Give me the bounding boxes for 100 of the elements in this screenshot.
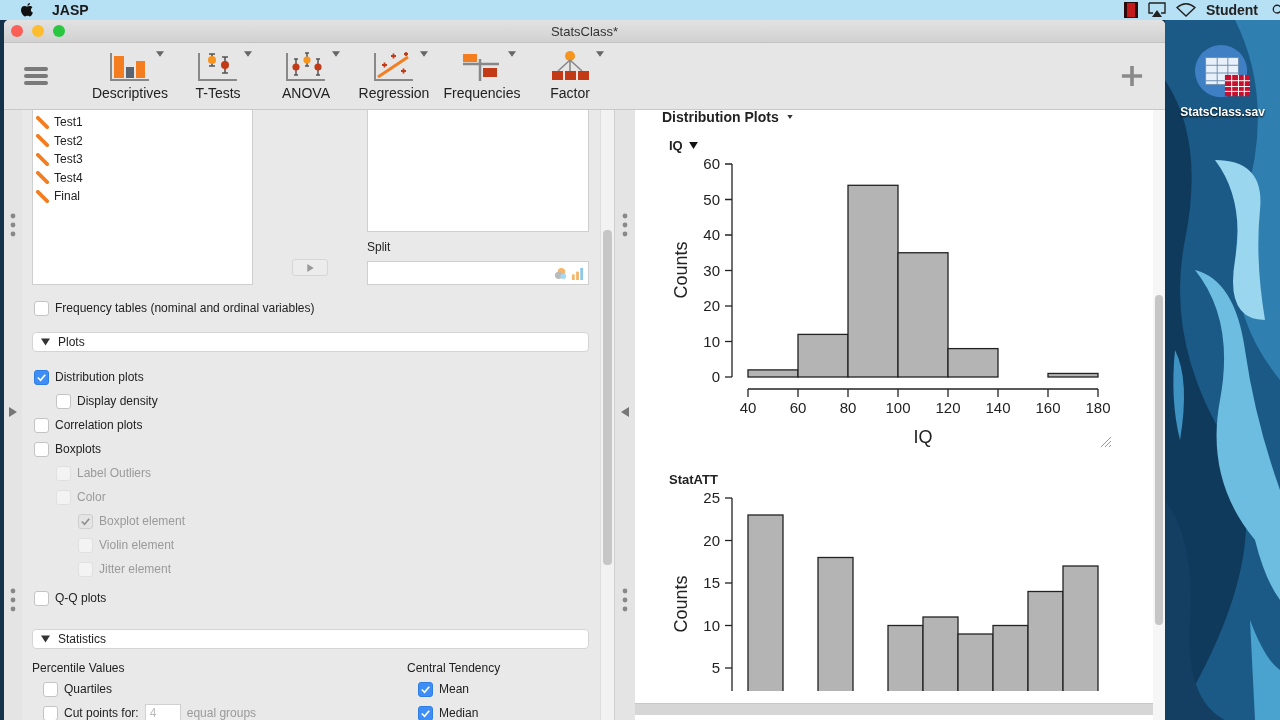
tick-label: 5 — [711, 659, 720, 676]
group-title: Percentile Values — [32, 660, 126, 677]
tick-label: 20 — [703, 531, 720, 549]
checkbox[interactable] — [34, 417, 49, 433]
table-split-icon[interactable] — [462, 51, 502, 81]
hierarchy-icon[interactable] — [550, 51, 590, 81]
tick-label: 60 — [789, 399, 807, 416]
app-menu[interactable]: JASP — [52, 2, 89, 18]
checkbox-label[interactable]: Cut points for: — [64, 706, 139, 720]
play-arrow-icon — [306, 263, 314, 272]
tick-label: 10 — [703, 332, 720, 350]
tick-label: 15 — [703, 574, 720, 591]
scatter-plot-icon[interactable] — [374, 51, 414, 81]
variable-name[interactable]: Test4 — [54, 170, 83, 185]
axis-title: IQ — [913, 427, 933, 447]
toolbar-button-label[interactable]: T-Tests — [195, 85, 241, 101]
collapse-triangle-icon[interactable] — [41, 635, 50, 643]
drag-handle-icon[interactable] — [10, 588, 16, 612]
collapse-triangle-icon[interactable] — [41, 338, 50, 346]
checkbox[interactable] — [56, 393, 71, 409]
checkbox-label[interactable]: Frequency tables (nominal and ordinal variables) — [55, 301, 315, 315]
checkbox[interactable] — [418, 705, 433, 720]
checkbox[interactable] — [43, 681, 58, 697]
scrollbar[interactable] — [600, 110, 614, 720]
menu-icon[interactable] — [24, 66, 48, 86]
variable-name[interactable]: Test2 — [54, 133, 83, 148]
checkbox-label[interactable]: Distribution plots — [55, 370, 144, 384]
tick-label: 30 — [703, 261, 720, 279]
variable-name[interactable]: Final — [54, 189, 80, 204]
variable-name[interactable]: Test1 — [54, 115, 83, 130]
bar — [1047, 372, 1099, 378]
checkbox-label[interactable]: Display density — [77, 394, 158, 408]
checkbox-label[interactable]: Median — [439, 706, 479, 720]
results-heading[interactable]: Distribution Plots — [662, 110, 779, 125]
section-header[interactable]: Statistics — [32, 629, 589, 649]
ruler-icon — [36, 115, 49, 129]
tick-label: 100 — [885, 399, 911, 416]
checkbox[interactable] — [43, 705, 58, 720]
drag-handle-icon[interactable] — [10, 213, 16, 237]
add-icon[interactable] — [1121, 65, 1143, 87]
wifi-icon[interactable] — [1175, 3, 1196, 17]
scrollbar[interactable] — [1153, 110, 1165, 720]
field-suffix: equal groups — [186, 706, 257, 720]
checkbox[interactable] — [34, 300, 49, 316]
checkbox[interactable] — [34, 441, 49, 457]
tick-label: 0 — [711, 368, 720, 385]
file-name[interactable]: StatsClass.sav — [1180, 105, 1265, 119]
user-menu[interactable]: Student — [1205, 2, 1258, 18]
apple-icon[interactable] — [20, 2, 34, 18]
bar-chart-icon — [571, 266, 584, 280]
checkbox-label[interactable]: Correlation plots — [55, 418, 143, 432]
toolbar-button-label[interactable]: Descriptives — [91, 85, 169, 101]
toolbar-button-label[interactable]: Frequencies — [443, 85, 521, 101]
drag-handle-icon[interactable] — [622, 213, 628, 237]
toolbar-button-label[interactable]: ANOVA — [282, 85, 330, 101]
axis-title: Counts — [671, 575, 691, 633]
tick-label: 40 — [739, 399, 757, 416]
section-header[interactable]: Plots — [32, 332, 589, 352]
toolbar-button-label[interactable]: Regression — [358, 85, 430, 101]
section-title[interactable]: Statistics — [58, 632, 106, 646]
move-button[interactable] — [292, 259, 328, 276]
film-icon[interactable] — [1123, 2, 1138, 18]
checkbox-label[interactable]: Mean — [439, 682, 470, 696]
tick-label: 180 — [1085, 399, 1111, 416]
plot-title[interactable]: IQ — [669, 137, 683, 153]
checkbox-label[interactable]: Boxplots — [55, 442, 102, 456]
field-label: Split — [367, 240, 392, 254]
caret-icon[interactable] — [786, 115, 793, 119]
airplay-icon[interactable] — [1147, 2, 1166, 18]
tick-label: 40 — [703, 226, 720, 243]
variable-name[interactable]: Test3 — [54, 152, 83, 167]
checkbox[interactable] — [34, 369, 49, 385]
bar — [887, 624, 924, 691]
section-title[interactable]: Plots — [58, 335, 85, 349]
expand-arrow-icon[interactable] — [9, 407, 17, 417]
error-bar-icon[interactable] — [198, 51, 238, 81]
plot-title[interactable]: StatATT — [669, 471, 718, 487]
group-title: Central Tendency — [407, 660, 502, 677]
toolbar-button-label[interactable]: Factor — [550, 85, 590, 101]
close-button[interactable] — [11, 25, 23, 37]
collapse-arrow-icon[interactable] — [621, 407, 629, 417]
resize-handle-icon[interactable] — [1100, 436, 1112, 448]
checkbox[interactable] — [34, 590, 49, 606]
dropdown-triangle-icon[interactable] — [688, 141, 698, 149]
tick-label: 120 — [935, 399, 961, 416]
ruler-icon — [36, 189, 49, 203]
shapes-icon — [554, 266, 567, 280]
ruler-icon — [36, 171, 49, 185]
checkbox-label[interactable]: Q-Q plots — [55, 591, 107, 605]
bar-chart-icon[interactable] — [110, 51, 150, 81]
ruler-icon — [36, 152, 49, 166]
checkbox[interactable] — [418, 681, 433, 697]
tick-label: 60 — [703, 155, 720, 172]
error-bar-icon[interactable] — [286, 51, 326, 81]
checkbox-label[interactable]: Quartiles — [64, 682, 113, 696]
axis-title: Counts — [671, 241, 691, 299]
scrollbar[interactable] — [635, 703, 1153, 715]
split-field[interactable] — [367, 261, 589, 285]
tick-label: 50 — [703, 190, 720, 208]
drag-handle-icon[interactable] — [622, 588, 628, 612]
